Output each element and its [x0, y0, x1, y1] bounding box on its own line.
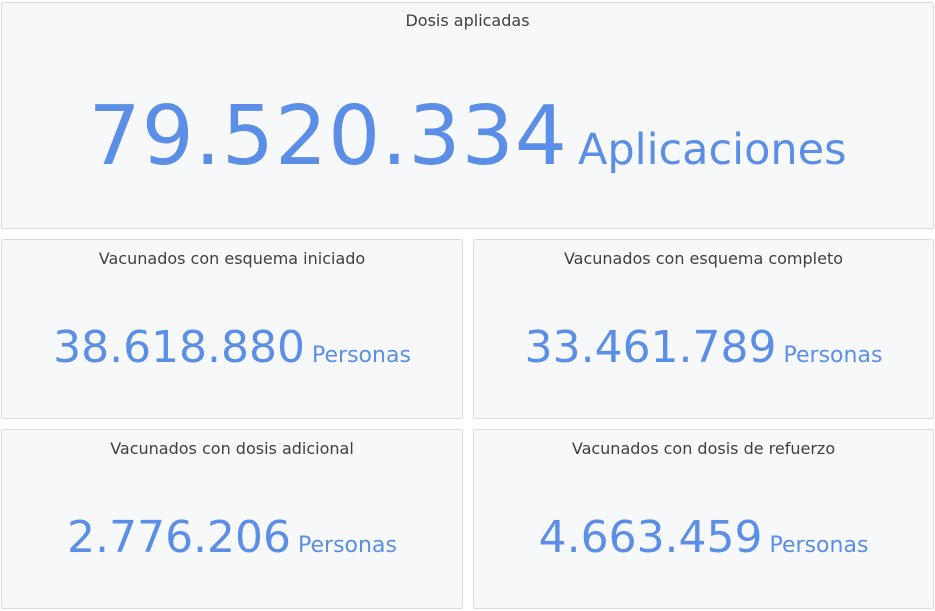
- stat-value: 2.776.206: [67, 512, 292, 563]
- stat-value: 4.663.459: [538, 512, 763, 563]
- stat-esquema-completo: 33.461.789 Personas: [474, 322, 933, 373]
- stat-unit: Personas: [312, 343, 411, 368]
- panel-esquema-iniciado: Vacunados con esquema iniciado 38.618.88…: [1, 239, 463, 419]
- panel-title: Vacunados con dosis adicional: [110, 439, 354, 458]
- stat-unit: Aplicaciones: [577, 125, 847, 175]
- panel-dosis-aplicadas: Dosis aplicadas 79.520.334 Aplicaciones: [1, 2, 934, 229]
- stat-dosis-adicional: 2.776.206 Personas: [2, 512, 462, 563]
- stat-unit: Personas: [298, 533, 397, 558]
- stat-dosis-aplicadas: 79.520.334 Aplicaciones: [2, 89, 933, 184]
- stat-value: 33.461.789: [524, 322, 777, 373]
- panel-title: Vacunados con dosis de refuerzo: [571, 439, 836, 458]
- stat-value: 38.618.880: [53, 322, 306, 373]
- panel-dosis-adicional: Vacunados con dosis adicional 2.776.206 P…: [1, 429, 463, 609]
- panel-dosis-refuerzo: Vacunados con dosis de refuerzo 4.663.45…: [473, 429, 934, 609]
- panel-title: Dosis aplicadas: [405, 11, 530, 30]
- panel-title: Vacunados con esquema iniciado: [98, 249, 366, 268]
- panel-esquema-completo: Vacunados con esquema completo 33.461.78…: [473, 239, 934, 419]
- panel-title: Vacunados con esquema completo: [563, 249, 844, 268]
- stat-esquema-iniciado: 38.618.880 Personas: [2, 322, 462, 373]
- stat-unit: Personas: [783, 343, 883, 368]
- stat-unit: Personas: [769, 533, 869, 558]
- stat-dosis-refuerzo: 4.663.459 Personas: [474, 512, 933, 563]
- stat-value: 79.520.334: [88, 89, 568, 184]
